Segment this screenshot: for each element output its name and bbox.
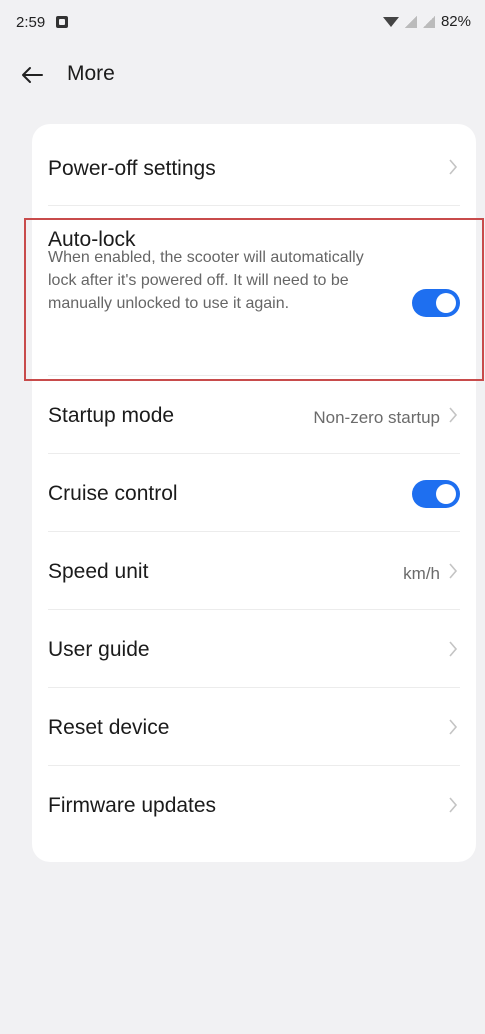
chevron-right-icon <box>449 719 458 735</box>
speed-unit-row[interactable]: Speed unit km/h <box>32 532 476 610</box>
user-guide-label: User guide <box>48 638 150 661</box>
page-title: More <box>67 62 115 85</box>
speed-unit-value: km/h <box>403 564 440 583</box>
status-bar: 2:59 82% <box>0 0 485 40</box>
page-header: More <box>0 54 485 94</box>
chevron-right-icon <box>449 641 458 657</box>
user-guide-row[interactable]: User guide <box>32 610 476 688</box>
toggle-knob <box>436 293 456 313</box>
power-off-settings-label: Power-off settings <box>48 157 216 180</box>
cruise-control-toggle[interactable] <box>412 480 460 508</box>
chevron-right-icon <box>449 159 458 175</box>
power-off-settings-row[interactable]: Power-off settings <box>32 124 476 206</box>
notification-icon <box>56 16 68 28</box>
startup-mode-row[interactable]: Startup mode Non-zero startup <box>32 376 476 454</box>
status-icons: 82% <box>382 13 471 30</box>
cruise-control-row: Cruise control <box>32 454 476 532</box>
cruise-control-label: Cruise control <box>48 482 178 505</box>
startup-mode-label: Startup mode <box>48 404 175 427</box>
arrow-left-icon <box>22 67 43 83</box>
firmware-updates-row[interactable]: Firmware updates <box>32 766 476 850</box>
reset-device-label: Reset device <box>48 716 170 739</box>
startup-mode-value: Non-zero startup <box>313 408 440 427</box>
toggle-knob <box>436 484 456 504</box>
auto-lock-row: Auto-lock When enabled, the scooter will… <box>32 206 476 376</box>
signal-icon <box>404 15 417 28</box>
chevron-right-icon <box>449 797 458 813</box>
wifi-icon <box>382 16 399 27</box>
signal-icon-2 <box>422 15 435 28</box>
reset-device-row[interactable]: Reset device <box>32 688 476 766</box>
back-button[interactable] <box>16 60 52 90</box>
settings-card: Power-off settings Auto-lock When enable… <box>32 124 476 862</box>
firmware-updates-label: Firmware updates <box>48 794 217 817</box>
speed-unit-label: Speed unit <box>48 560 149 583</box>
auto-lock-toggle[interactable] <box>412 289 460 317</box>
status-time: 2:59 <box>16 14 46 31</box>
auto-lock-description: When enabled, the scooter will automatic… <box>48 249 364 312</box>
chevron-right-icon <box>449 563 458 579</box>
battery-level: 82% <box>440 13 471 30</box>
chevron-right-icon <box>449 407 458 423</box>
